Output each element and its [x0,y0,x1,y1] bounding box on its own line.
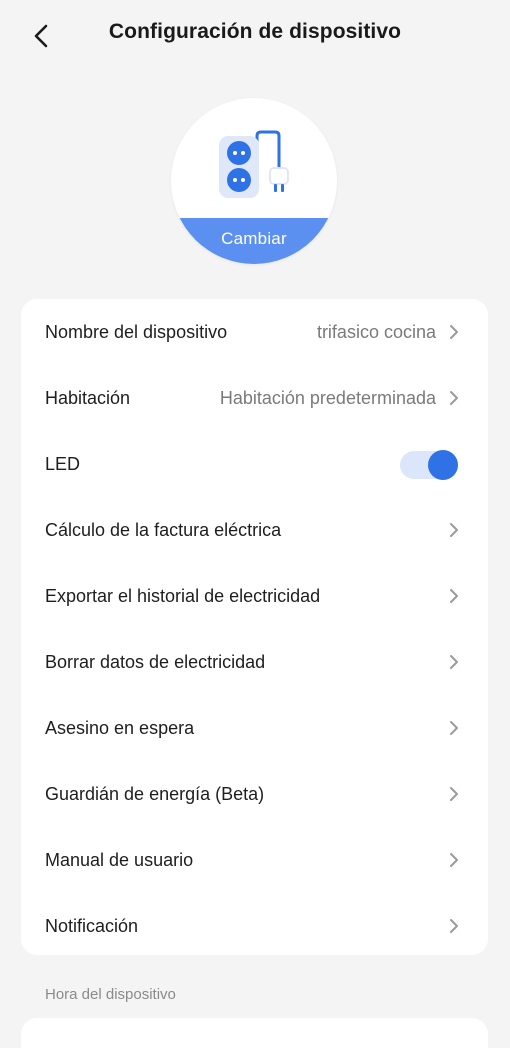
row-label: Notificación [45,916,139,936]
row-label: Exportar el historial de electricidad [45,586,321,606]
chevron-right-icon [450,787,458,801]
led-toggle[interactable] [400,450,458,480]
device-avatar[interactable]: Cambiar [171,98,337,264]
row-export-history[interactable]: Exportar el historial de electricidad [21,563,488,629]
row-energy-guardian[interactable]: Guardián de energía (Beta) [21,761,488,827]
chevron-right-icon [450,523,458,537]
row-label: Nombre del dispositivo [45,322,228,342]
section-label-device-time: Hora del dispositivo [45,986,176,1003]
power-strip-icon [219,130,289,198]
chevron-right-icon [450,853,458,867]
chevron-right-icon [450,391,458,405]
row-bill-calculation[interactable]: Cálculo de la factura eléctrica [21,497,488,563]
row-label: Habitación [45,388,131,408]
row-label: Manual de usuario [45,850,194,870]
row-label: Cálculo de la factura eléctrica [45,520,282,540]
row-led: LED [21,431,488,497]
row-label: Guardián de energía (Beta) [45,784,265,804]
row-value: trifasico cocina [316,322,436,342]
row-label: LED [45,454,81,474]
row-notification[interactable]: Notificación [21,893,488,959]
row-device-name[interactable]: Nombre del dispositivo trifasico cocina [21,299,488,365]
row-user-manual[interactable]: Manual de usuario [21,827,488,893]
row-label: Borrar datos de electricidad [45,652,266,672]
toggle-knob [428,450,458,480]
row-label: Asesino en espera [45,718,195,738]
chevron-right-icon [450,325,458,339]
chevron-right-icon [450,655,458,669]
page-title: Configuración de dispositivo [108,20,402,43]
change-image-button[interactable]: Cambiar [171,218,337,264]
device-time-card[interactable] [21,1018,488,1048]
chevron-right-icon [450,919,458,933]
chevron-right-icon [450,721,458,735]
row-standby-killer[interactable]: Asesino en espera [21,695,488,761]
header: Configuración de dispositivo [0,0,510,72]
chevron-right-icon [450,589,458,603]
row-value: Habitación predeterminada [219,388,436,408]
settings-card: Nombre del dispositivo trifasico cocina … [21,299,488,955]
row-clear-data[interactable]: Borrar datos de electricidad [21,629,488,695]
row-room[interactable]: Habitación Habitación predeterminada [21,365,488,431]
